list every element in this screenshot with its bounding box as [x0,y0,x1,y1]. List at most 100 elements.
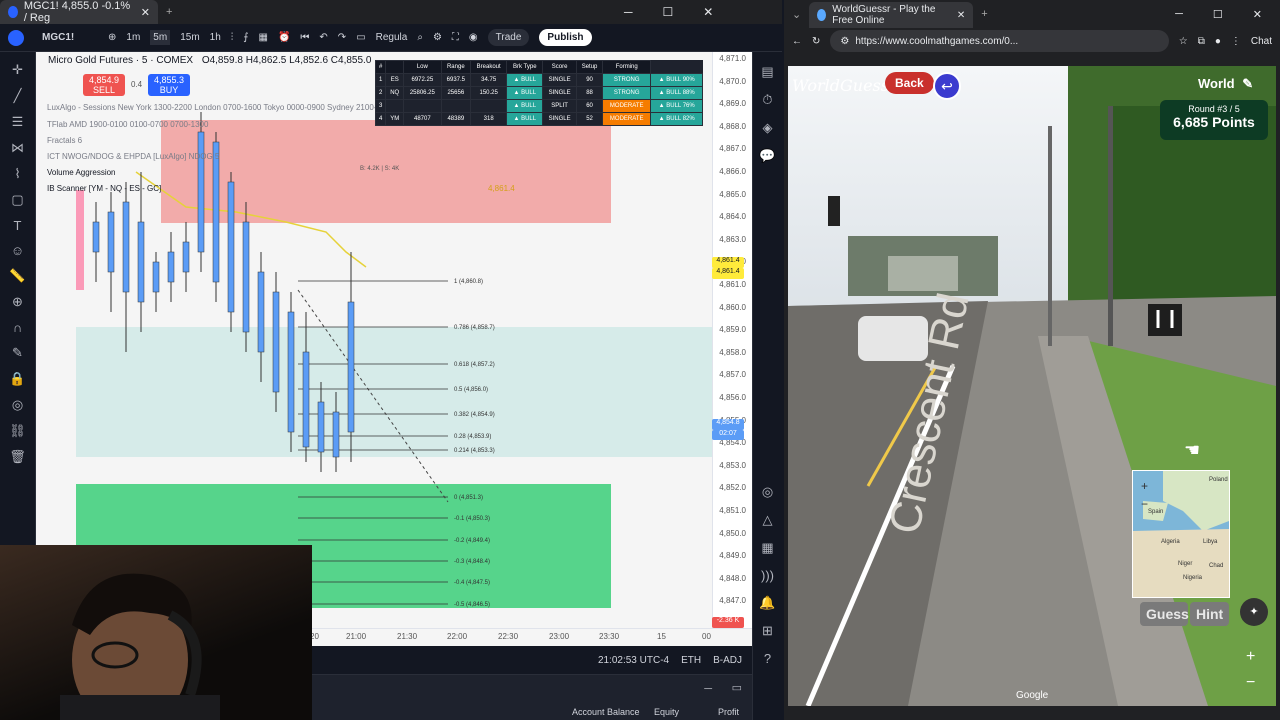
sell-button[interactable]: 4,854.9 SELL [83,74,125,96]
trash-icon[interactable]: 🗑 [0,449,35,465]
fib-icon[interactable]: ☰ [0,114,35,130]
crosshair-icon[interactable]: ✛ [0,62,35,78]
chart-canvas[interactable]: 1 (4,860.8) 0.786 (4,858.7) 0.618 (4,857.2… [36,52,712,628]
symbol-search[interactable]: MGC1! [42,32,98,43]
candle-type-icon[interactable]: ⫶ [231,32,234,43]
chat-icon[interactable]: 💬 [753,148,782,164]
new-tab-icon[interactable]: + [166,6,172,18]
badj-toggle[interactable]: B-ADJ [713,655,742,666]
reload-icon[interactable]: ↻ [812,36,820,47]
compass-icon[interactable]: ✦ [1240,598,1268,626]
trendline-icon[interactable]: ╱ [0,88,35,104]
link-icon[interactable]: ⛓ [0,423,35,439]
tab-worldguessr[interactable]: WorldGuessr - Play the Free Online ✕ [809,2,974,28]
collapse-panel-icon[interactable]: ─ [704,683,712,695]
minimize-icon[interactable]: ─ [1175,8,1183,21]
close-window-icon[interactable]: ✕ [703,5,713,19]
help-icon[interactable]: ? [753,651,782,666]
camera-icon[interactable]: ◉ [469,32,478,43]
fullscreen-icon[interactable]: ⛶ [452,32,459,43]
emoji-icon[interactable]: ☺ [0,243,35,258]
zoom-out-icon[interactable]: − [1246,674,1255,692]
session-select[interactable]: Regula [376,32,408,43]
pattern-icon[interactable]: ⋈ [0,140,35,156]
undo-icon[interactable]: ↶ [319,32,327,43]
tf-5m[interactable]: 5m [150,30,171,45]
profile-icon[interactable]: ● [1215,36,1221,47]
projection-icon[interactable]: ⌇ [0,166,35,182]
new-tab-icon[interactable]: + [981,8,987,20]
watchlist-icon[interactable]: ▤ [753,64,782,80]
rectangle-icon[interactable]: ▭ [356,32,365,43]
ideas-icon[interactable]: △ [753,512,782,528]
lock-drawings-icon[interactable]: ✎ [0,345,35,361]
redo-icon[interactable]: ↷ [338,32,346,43]
indicator-ib-scanner[interactable]: IB Scanner [YM - NQ - ES - GC] [47,184,161,193]
price-axis[interactable]: 4,871.0 4,870.0 4,869.0 4,868.0 4,867.0 4,866… [712,52,752,628]
chat-button[interactable]: Chat [1251,36,1272,47]
calendar-icon[interactable]: ▦ [753,540,782,556]
notifications-icon[interactable]: 🔔 [753,595,782,611]
url-bar[interactable]: ⚙ https://www.coolmathgames.com/0... [830,30,1169,52]
tf-1h[interactable]: 1h [210,32,221,43]
guess-minimap[interactable]: Poland Spain Libya Algeria Niger Chad Ni… [1132,470,1230,598]
tf-1m[interactable]: 1m [126,32,140,43]
replay-icon[interactable]: ⏮ [300,32,309,43]
brush-icon[interactable]: ▢ [0,192,35,208]
ruler-icon[interactable]: 📏 [0,268,35,284]
zoom-in-icon[interactable]: + [1246,648,1255,666]
legend-title[interactable]: Micro Gold Futures · 5 · COMEX [48,55,193,66]
layers-icon[interactable]: ◈ [753,120,782,136]
mode-label[interactable]: World ✎ [1198,76,1253,92]
indicator-volume[interactable]: Volume Aggression [47,168,116,177]
minimize-icon[interactable]: ─ [624,5,633,19]
add-symbol-icon[interactable]: ⊕ [108,32,116,43]
signal-icon[interactable]: ))) [753,568,782,583]
menu-icon[interactable]: ⋮ [1231,36,1241,47]
maximize-icon[interactable]: ☐ [663,5,674,19]
alert-icon[interactable]: ⏰ [278,32,290,43]
trade-button[interactable]: Trade [487,29,530,46]
edit-icon[interactable]: ✎ [1242,76,1253,91]
apps-icon[interactable]: ⊞ [753,623,782,639]
maximize-icon[interactable]: ☐ [1213,8,1223,21]
indicator-ndog[interactable]: ICT NWOG/NDOG & EHPDA [LuxAlgo] NDOG 5 [47,152,219,161]
hint-button[interactable]: Hint [1190,602,1230,626]
back-button[interactable]: Back [885,72,934,94]
lock-icon[interactable]: 🔒 [0,371,35,387]
layouts-icon[interactable]: ▦ [259,32,268,43]
close-tab-icon[interactable]: ✕ [141,6,150,19]
back-nav-icon[interactable]: ← [792,36,802,47]
tab-tradingview[interactable]: MGC1! 4,855.0 -0.1% / Reg ✕ [0,0,158,24]
return-icon[interactable]: ↩ [933,72,961,100]
buy-button[interactable]: 4,855.3 BUY [148,74,190,96]
zoom-icon[interactable]: ⊕ [0,294,35,310]
close-tab-icon[interactable]: ✕ [957,10,965,21]
clock[interactable]: 21:02:53 UTC-4 [598,655,669,666]
publish-button[interactable]: Publish [539,29,592,46]
tf-15m[interactable]: 15m [180,32,199,43]
extensions-icon[interactable]: ⧉ [1198,36,1205,47]
target-icon[interactable]: ◎ [753,484,782,500]
tab-search-icon[interactable]: ⌄ [792,8,801,21]
eth-toggle[interactable]: ETH [681,655,701,666]
map-zoom-out-icon[interactable]: − [1141,497,1148,511]
eye-icon[interactable]: ◎ [0,397,35,413]
indicator-tflab[interactable]: TFlab AMD 1900-0100 0100-0700 0700-1300 [47,120,208,129]
indicator-fractals[interactable]: Fractals 6 [47,136,82,145]
settings-icon[interactable]: ⚙ [433,32,442,43]
price-chart[interactable]: 1 (4,860.8) 0.786 (4,858.7) 0.618 (4,857.2… [36,52,712,628]
map-zoom-in-icon[interactable]: + [1141,479,1148,493]
indicators-icon[interactable]: ⨍ [243,32,248,43]
alerts-icon[interactable]: ⏱ [753,92,782,108]
magnet-icon[interactable]: ∩ [0,320,35,335]
text-icon[interactable]: T [0,218,35,233]
site-info-icon[interactable]: ⚙ [840,36,849,47]
avatar[interactable] [8,29,24,46]
bookmark-icon[interactable]: ☆ [1179,36,1188,47]
close-window-icon[interactable]: ✕ [1253,8,1262,21]
guess-button[interactable]: Guess [1140,602,1189,626]
search-icon[interactable]: ⌕ [417,32,423,43]
maximize-panel-icon[interactable]: ▭ [732,681,742,694]
indicator-sessions[interactable]: LuxAlgo - Sessions New York 1300-2200 Lo… [47,103,394,112]
